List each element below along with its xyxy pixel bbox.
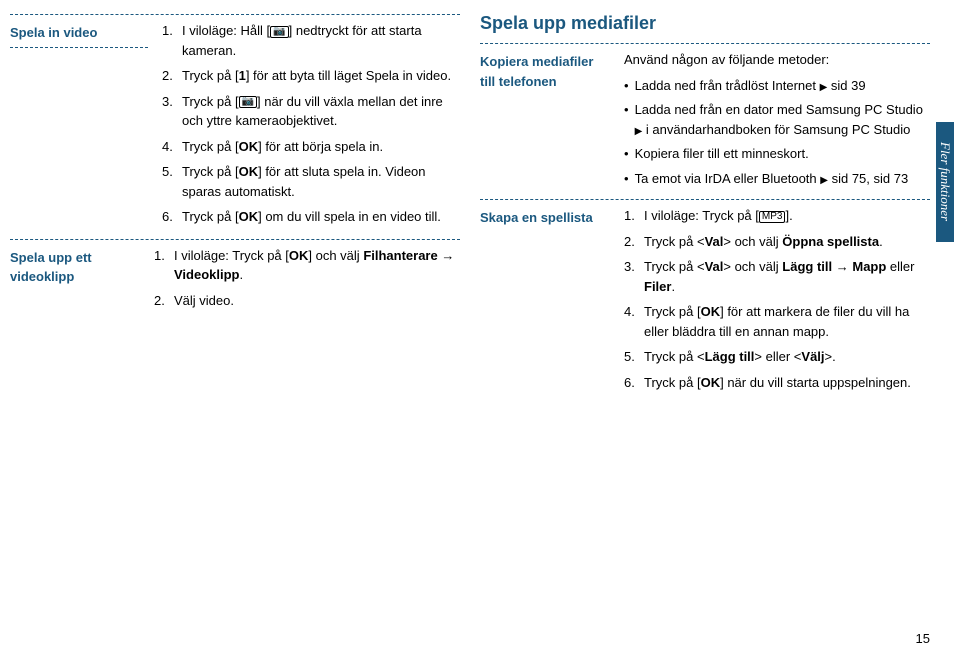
side-label-playlist: Skapa en spellista	[480, 206, 610, 398]
section-create-playlist: Skapa en spellista 1.I viloläge: Tryck p…	[480, 206, 930, 398]
list-item: 4.Tryck på [OK] för att börja spela in.	[162, 137, 460, 157]
list-item: 1.I viloläge: Tryck på [OK] och välj Fil…	[154, 246, 460, 285]
copy-methods: Ladda ned från trådlöst Internet ▶ sid 3…	[624, 76, 930, 189]
list-item: 2.Tryck på [1] för att byta till läget S…	[162, 66, 460, 86]
divider	[10, 14, 460, 15]
side-tab-more-functions: Fler funktioner	[936, 122, 954, 242]
list-item: 5.Tryck på <Lägg till> eller <Välj>.	[624, 347, 930, 367]
heading-play-media: Spela upp mediafiler	[480, 10, 930, 37]
section-record-video: Spela in video 1.I viloläge: Håll [📷] ne…	[10, 21, 460, 233]
page-number: 15	[916, 629, 930, 649]
divider	[480, 43, 930, 44]
section-copy-media: Kopiera mediafiler till telefonen Använd…	[480, 50, 930, 193]
list-item: Ta emot via IrDA eller Bluetooth ▶ sid 7…	[624, 169, 930, 189]
list-item: Kopiera filer till ett minneskort.	[624, 144, 930, 164]
side-label-record: Spela in video	[10, 21, 140, 43]
divider	[10, 47, 148, 48]
list-item: 3.Tryck på [📷] när du vill växla mellan …	[162, 92, 460, 131]
section-play-clip: Spela upp ett videoklipp 1.I viloläge: T…	[10, 246, 460, 317]
list-item: 2.Välj video.	[154, 291, 460, 311]
list-item: 1.I viloläge: Tryck på [MP3].	[624, 206, 930, 226]
copy-intro: Använd någon av följande metoder:	[624, 50, 930, 70]
list-item: 6.Tryck på [OK] om du vill spela in en v…	[162, 207, 460, 227]
list-item: 3.Tryck på <Val> och välj Lägg till → Ma…	[624, 257, 930, 296]
list-item: 5.Tryck på [OK] för att sluta spela in. …	[162, 162, 460, 201]
left-column: Spela in video 1.I viloläge: Håll [📷] ne…	[10, 10, 460, 404]
side-label-copy: Kopiera mediafiler till telefonen	[480, 50, 610, 193]
list-item: 1.I viloläge: Håll [📷] nedtryckt för att…	[162, 21, 460, 60]
camera-icon: 📷	[270, 26, 288, 38]
record-video-steps: 1.I viloläge: Håll [📷] nedtryckt för att…	[162, 21, 460, 227]
list-item: Ladda ned från trådlöst Internet ▶ sid 3…	[624, 76, 930, 96]
mp3-icon: MP3	[759, 211, 786, 223]
list-item: 2.Tryck på <Val> och välj Öppna spellist…	[624, 232, 930, 252]
playlist-steps: 1.I viloläge: Tryck på [MP3]. 2.Tryck på…	[624, 206, 930, 392]
divider	[480, 199, 930, 200]
camera-icon: 📷	[239, 96, 257, 108]
play-clip-steps: 1.I viloläge: Tryck på [OK] och välj Fil…	[154, 246, 460, 311]
list-item: 6.Tryck på [OK] när du vill starta uppsp…	[624, 373, 930, 393]
list-item: 4.Tryck på [OK] för att markera de filer…	[624, 302, 930, 341]
list-item: Ladda ned från en dator med Samsung PC S…	[624, 100, 930, 139]
divider	[10, 239, 460, 240]
chevron-right-icon: ▶	[820, 175, 828, 186]
right-column: Spela upp mediafiler Kopiera mediafiler …	[480, 10, 930, 404]
side-label-play-clip: Spela upp ett videoklipp	[10, 246, 140, 317]
